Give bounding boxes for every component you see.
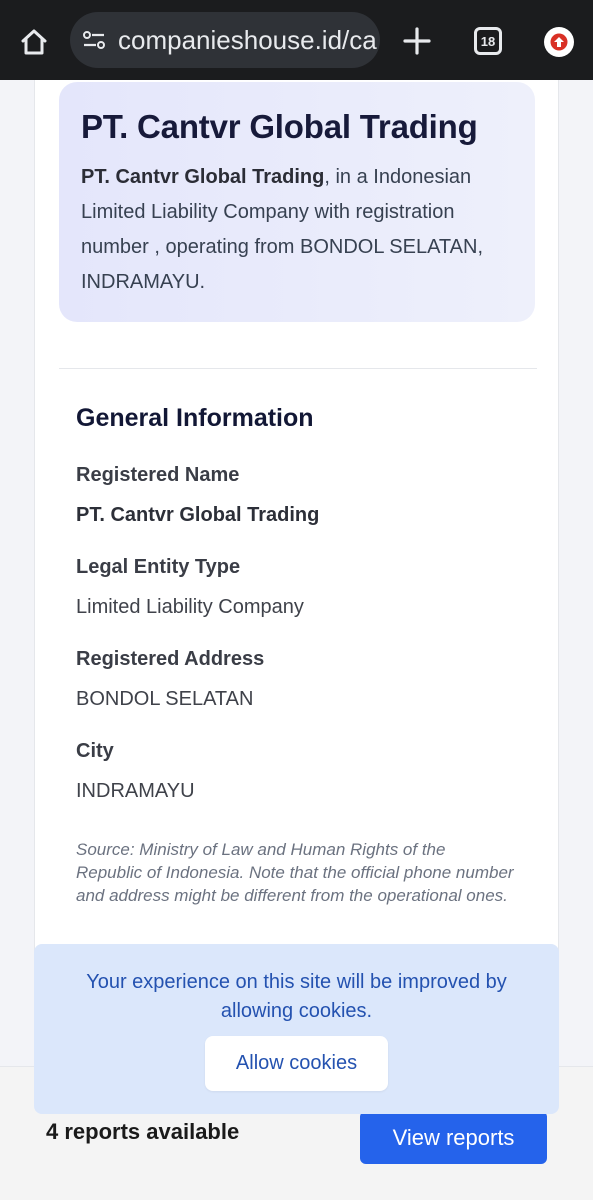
field-label: Registered Address	[76, 648, 265, 670]
view-reports-button[interactable]: View reports	[360, 1111, 547, 1164]
field-value: PT. Cantvr Global Trading	[76, 504, 320, 526]
registered-name-field: Registered Name PT. Cantvr Global Tradin…	[76, 460, 516, 530]
field-value: INDRAMAYU	[76, 780, 195, 802]
legal-entity-type-field: Legal Entity Type Limited Liability Comp…	[76, 552, 516, 622]
tab-switcher-icon[interactable]: 18	[474, 27, 502, 55]
cookie-message: Your experience on this site will be imp…	[86, 971, 507, 1022]
allow-cookies-button[interactable]: Allow cookies	[205, 1036, 388, 1091]
section-divider	[59, 368, 537, 369]
general-information-heading: General Information	[76, 404, 314, 432]
update-icon[interactable]	[544, 27, 574, 57]
cookie-banner: Your experience on this site will be imp…	[34, 944, 559, 1114]
field-label: City	[76, 740, 114, 762]
company-description: PT. Cantvr Global Trading, in a Indonesi…	[81, 160, 513, 300]
new-tab-icon[interactable]	[398, 22, 436, 60]
field-value: Limited Liability Company	[76, 596, 304, 618]
reports-count: 4 reports available	[46, 1119, 240, 1144]
field-label: Legal Entity Type	[76, 556, 241, 578]
home-icon[interactable]	[14, 22, 54, 62]
field-label: Registered Name	[76, 464, 240, 486]
company-description-name: PT. Cantvr Global Trading	[81, 166, 325, 188]
address-bar[interactable]: companieshouse.id/ca	[70, 12, 380, 68]
city-field: City INDRAMAYU	[76, 736, 516, 806]
site-settings-icon[interactable]	[80, 26, 108, 54]
url-text[interactable]: companieshouse.id/ca	[118, 25, 377, 56]
general-information-section: General Information Registered Name PT. …	[76, 398, 516, 907]
company-title: PT. Cantvr Global Trading	[81, 108, 478, 145]
field-value: BONDOL SELATAN	[76, 688, 254, 710]
browser-toolbar: companieshouse.id/ca 18	[0, 0, 593, 80]
company-hero-card: PT. Cantvr Global Trading PT. Cantvr Glo…	[59, 82, 535, 322]
registered-address-field: Registered Address BONDOL SELATAN	[76, 644, 516, 714]
source-note: Source: Ministry of Law and Human Rights…	[76, 840, 514, 905]
